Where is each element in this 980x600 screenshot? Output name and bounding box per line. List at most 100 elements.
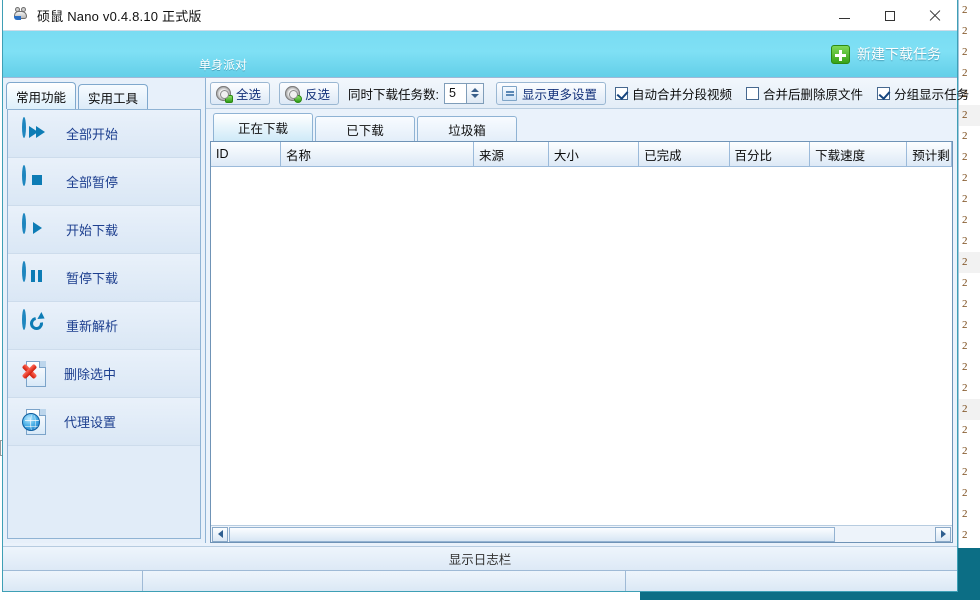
checkbox-delete-source-box[interactable] xyxy=(746,86,760,100)
sidebar-item-pause-all[interactable]: 全部暂停 xyxy=(8,158,200,206)
sidebar-item-reparse[interactable]: 重新解析 xyxy=(8,302,200,350)
tab-downloading[interactable]: 正在下载 xyxy=(213,113,313,141)
background-row-number: 2 xyxy=(962,46,968,58)
background-row-number: 2 xyxy=(962,130,968,142)
scroll-right-button[interactable] xyxy=(935,526,951,542)
tab-downloading-label: 正在下载 xyxy=(237,122,288,136)
background-row-number: 2 xyxy=(962,487,968,499)
column-header-completed[interactable]: 已完成 xyxy=(639,142,730,166)
show-log-bar-label: 显示日志栏 xyxy=(448,553,512,567)
column-header-percent[interactable]: 百分比 xyxy=(729,142,811,166)
background-row-number: 2 xyxy=(959,105,980,126)
show-log-bar-button[interactable]: 显示日志栏 xyxy=(3,546,957,570)
column-header-source[interactable]: 来源 xyxy=(474,142,549,166)
column-header-name[interactable]: 名称 xyxy=(280,142,475,166)
background-row-number: 2 xyxy=(959,399,980,420)
close-button[interactable] xyxy=(912,0,957,31)
sidebar-tab-utilities[interactable]: 实用工具 xyxy=(78,84,149,109)
sidebar-item-start-all-label: 全部开始 xyxy=(66,127,119,142)
concurrent-tasks-stepper[interactable] xyxy=(467,82,485,104)
delete-document-icon xyxy=(22,359,50,389)
background-row-number: 2 xyxy=(962,319,968,331)
maximize-icon xyxy=(884,10,895,21)
select-all-label: 全选 xyxy=(236,87,262,102)
background-row-number: 2 xyxy=(962,424,968,436)
status-segment-3 xyxy=(626,571,957,591)
checkbox-group-tasks-box[interactable] xyxy=(877,86,891,100)
tab-downloaded-label: 已下载 xyxy=(346,123,384,138)
sidebar-panel: 全部开始 全部暂停 开始下载 暂停下载 重新解析 删除选中 代理设置 xyxy=(7,109,201,539)
tab-trash[interactable]: 垃圾箱 xyxy=(417,116,517,141)
background-row-number: 2 xyxy=(962,151,968,163)
checkbox-group-tasks[interactable]: 分组显示任务 xyxy=(877,84,969,103)
background-row-number: 2 xyxy=(962,277,968,289)
checkbox-auto-merge-box[interactable] xyxy=(615,86,629,100)
background-row-number: 2 xyxy=(962,4,968,16)
new-download-task-button[interactable]: 新建下载任务 xyxy=(827,39,949,69)
scrollbar-thumb[interactable] xyxy=(229,526,836,542)
background-row-number: 2 xyxy=(962,466,968,478)
sidebar-item-delete-selected[interactable]: 删除选中 xyxy=(8,350,200,398)
stepper-down-icon[interactable] xyxy=(471,94,480,98)
close-icon xyxy=(929,10,941,22)
gear-green-arrow-icon xyxy=(285,85,303,103)
checkbox-delete-source[interactable]: 合并后删除原文件 xyxy=(746,84,863,103)
background-row-number: 2 xyxy=(962,508,968,520)
sidebar-item-start-all[interactable]: 全部开始 xyxy=(8,110,200,158)
gear-green-plus-icon xyxy=(216,85,233,103)
column-header-size[interactable]: 大小 xyxy=(548,142,640,166)
concurrent-tasks-input[interactable]: 5 xyxy=(444,82,468,104)
background-row-number: 2 xyxy=(962,235,968,247)
table-header-row: ID 名称 来源 大小 已完成 百分比 下载速度 预计剩 xyxy=(211,142,952,167)
sidebar-item-pause-download[interactable]: 暂停下载 xyxy=(8,254,200,302)
background-row-number: 2 xyxy=(962,172,968,184)
stop-square-icon xyxy=(22,164,52,197)
column-header-id[interactable]: ID xyxy=(211,142,281,166)
download-table: ID 名称 来源 大小 已完成 百分比 下载速度 预计剩 xyxy=(210,141,953,543)
fast-forward-icon xyxy=(22,116,52,149)
sidebar-item-start-download[interactable]: 开始下载 xyxy=(8,206,200,254)
invert-selection-label: 反选 xyxy=(305,87,331,102)
checkbox-group-tasks-label: 分组显示任务 xyxy=(894,87,970,102)
background-row-number: 2 xyxy=(962,193,968,205)
checkbox-auto-merge[interactable]: 自动合并分段视频 xyxy=(615,84,732,103)
invert-selection-button[interactable]: 反选 xyxy=(279,81,340,105)
application-window: 硕鼠 Nano v0.4.8.10 正式版 单身派对 新建下载任务 全选 反选 … xyxy=(2,0,969,592)
scrollbar-track[interactable] xyxy=(229,526,934,542)
background-row-number: 2 xyxy=(962,214,968,226)
mouse-icon xyxy=(12,6,30,24)
column-header-eta[interactable]: 预计剩 xyxy=(907,142,952,166)
stepper-up-icon[interactable] xyxy=(471,88,480,92)
title-bar: 硕鼠 Nano v0.4.8.10 正式版 xyxy=(3,0,957,31)
sidebar-item-proxy-settings[interactable]: 代理设置 xyxy=(8,398,200,446)
minimize-icon xyxy=(839,17,850,19)
background-row-number: 2 xyxy=(962,445,968,457)
window-title: 硕鼠 Nano v0.4.8.10 正式版 xyxy=(37,8,202,24)
horizontal-scrollbar[interactable] xyxy=(211,525,952,542)
sidebar-tab-common-functions-label: 常用功能 xyxy=(16,90,67,105)
sidebar-item-start-download-label: 开始下载 xyxy=(66,223,119,238)
promo-banner: 单身派对 新建下载任务 xyxy=(3,31,957,78)
background-row-number: 2 xyxy=(962,67,968,79)
banner-text: 单身派对 xyxy=(199,58,248,72)
table-body-empty[interactable] xyxy=(211,167,952,525)
tab-downloaded[interactable]: 已下载 xyxy=(315,116,415,141)
scroll-left-button[interactable] xyxy=(212,526,228,542)
background-row-number: 2 xyxy=(962,25,968,37)
column-header-speed[interactable]: 下载速度 xyxy=(810,142,908,166)
maximize-button[interactable] xyxy=(867,0,912,31)
sidebar-empty-area xyxy=(8,446,200,538)
main-content: 正在下载 已下载 垃圾箱 ID 名称 来源 大小 已完成 百分比 下载速度 预计… xyxy=(206,109,957,543)
desktop-background: 22222222222222222222222222 硕鼠 Nano v0.4.… xyxy=(0,0,980,600)
background-row-number: 2 xyxy=(962,382,968,394)
more-settings-button[interactable]: 显示更多设置 xyxy=(496,81,607,105)
background-window-row-numbers: 22222222222222222222222222 xyxy=(958,0,980,548)
concurrent-tasks-label: 同时下载任务数: xyxy=(348,87,440,102)
select-all-button[interactable]: 全选 xyxy=(210,81,271,105)
status-bar xyxy=(3,570,957,591)
sidebar-tab-common-functions[interactable]: 常用功能 xyxy=(6,82,77,109)
minimize-button[interactable] xyxy=(822,0,867,31)
status-segment-1 xyxy=(3,571,143,591)
sidebar-item-proxy-settings-label: 代理设置 xyxy=(64,415,117,430)
sidebar: 常用功能 实用工具 全部开始 全部暂停 开始下载 暂停下载 重新解析 删除选中 … xyxy=(3,78,206,543)
